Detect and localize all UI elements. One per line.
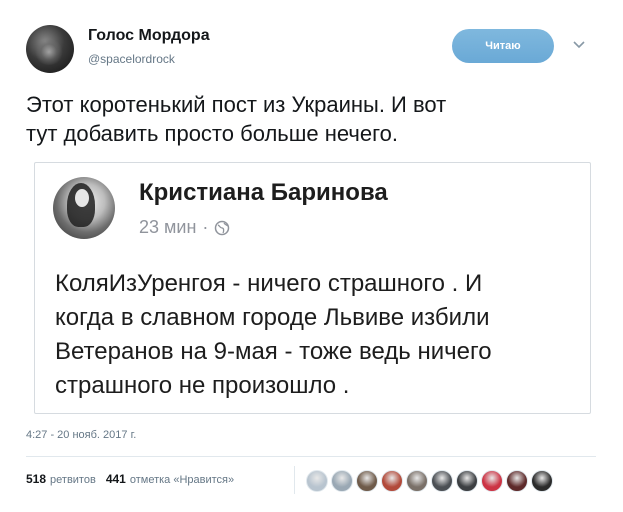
likes-stat[interactable]: 441 отметка «Нравится»	[106, 472, 234, 486]
user-avatar-icon[interactable]	[431, 470, 453, 492]
globe-icon	[215, 220, 230, 235]
tweet-timestamp[interactable]: 4:27 - 20 нояб. 2017 г.	[26, 429, 136, 441]
embedded-post-time: 23 мин	[139, 217, 197, 237]
author-avatar[interactable]	[26, 25, 74, 73]
user-avatar-icon[interactable]	[506, 470, 528, 492]
chevron-down-icon[interactable]	[573, 40, 585, 50]
default-avatar-icon[interactable]	[306, 470, 328, 492]
author-display-name[interactable]: Голос Мордора	[88, 27, 210, 45]
likes-count: 441	[105, 472, 126, 486]
embedded-author-avatar	[53, 177, 115, 239]
user-avatar-icon[interactable]	[356, 470, 378, 492]
tweet-text-line: Этот коротенький пост из Украины. И вот	[26, 92, 447, 117]
user-avatar-icon[interactable]	[406, 470, 428, 492]
embedded-author-name: Кристиана Баринова	[139, 179, 388, 206]
embedded-text-line: КоляИзУренгоя - ничего страшного . И	[55, 270, 483, 297]
embedded-text-line: страшного не произошло .	[55, 372, 350, 399]
likers-avatars	[306, 470, 553, 492]
tweet-stats: 518 ретвитов 441 отметка «Нравится»	[26, 472, 234, 486]
divider	[294, 466, 295, 494]
default-avatar-icon[interactable]	[331, 470, 353, 492]
retweets-stat[interactable]: 518 ретвитов	[26, 472, 96, 486]
author-handle[interactable]: @spacelordrock	[88, 52, 175, 66]
user-avatar-icon[interactable]	[381, 470, 403, 492]
user-avatar-icon[interactable]	[481, 470, 503, 492]
embedded-post-image[interactable]: Кристиана Баринова 23 мин · КоляИзУренго…	[34, 162, 591, 414]
tweet-text: Этот коротенький пост из Украины. И вот …	[26, 90, 596, 148]
retweets-label: ретвитов	[50, 474, 96, 486]
retweets-count: 518	[26, 472, 47, 486]
divider	[26, 456, 596, 457]
tweet-text-line: тут добавить просто больше нечего.	[26, 121, 398, 146]
embedded-text-line: Ветеранов на 9-мая - тоже ведь ничего	[55, 338, 492, 365]
embedded-text-line: когда в славном городе Львиве избили	[55, 304, 490, 331]
embedded-post-separator: ·	[202, 217, 209, 237]
embedded-post-meta: 23 мин ·	[139, 217, 230, 238]
likes-label: отметка «Нравится»	[129, 474, 235, 486]
tweet: Голос Мордора @spacelordrock Читаю Этот …	[0, 0, 623, 512]
user-avatar-icon[interactable]	[531, 470, 553, 492]
embedded-post-text: КоляИзУренгоя - ничего страшного . И ког…	[55, 267, 585, 403]
user-avatar-icon[interactable]	[456, 470, 478, 492]
following-button[interactable]: Читаю	[452, 29, 554, 63]
